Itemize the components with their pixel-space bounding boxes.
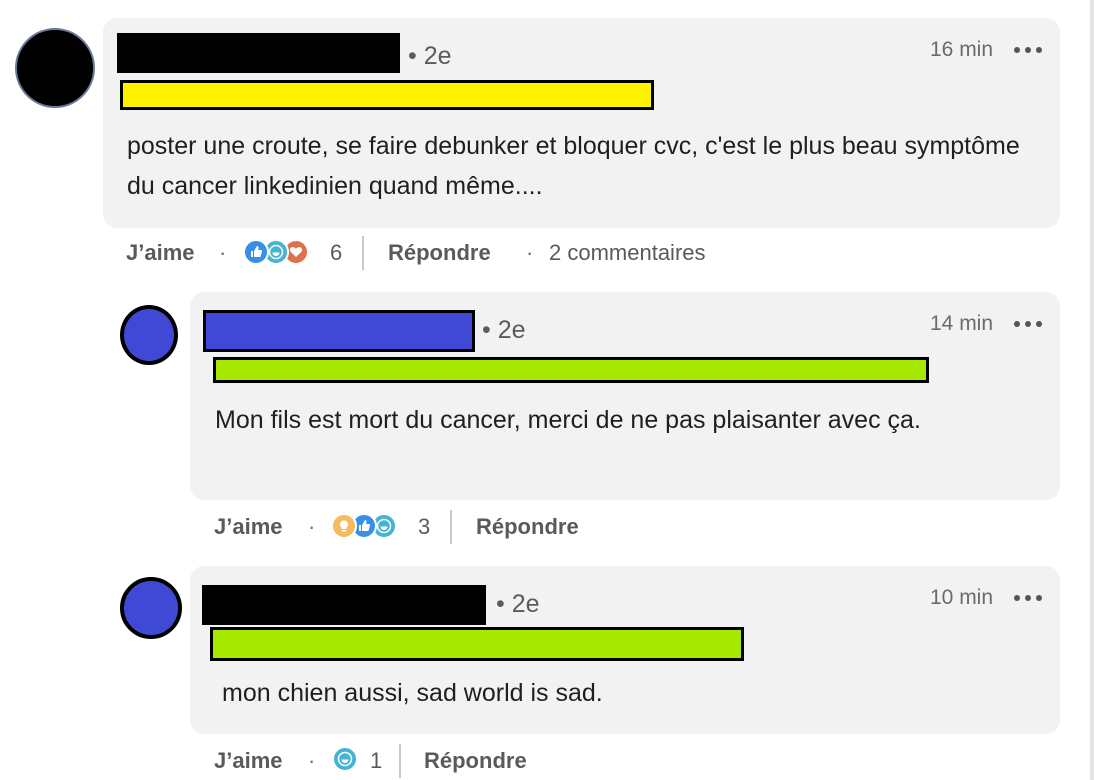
comment-reply-button[interactable]: Répondre bbox=[388, 240, 491, 266]
reply-2-text: mon chien aussi, sad world is sad. bbox=[222, 679, 603, 707]
reply-1-action-divider bbox=[450, 510, 452, 544]
comment-like-button[interactable]: J’aime bbox=[126, 240, 195, 266]
redacted-author-headline bbox=[120, 80, 654, 110]
reply-1-more-button[interactable] bbox=[1014, 319, 1042, 329]
redacted-author-name[interactable] bbox=[117, 33, 400, 73]
reply-1-reaction-count[interactable]: 3 bbox=[418, 514, 430, 540]
insightful-icon bbox=[331, 513, 357, 539]
reply-2-time: 10 min bbox=[930, 586, 994, 609]
comment-time: 16 min bbox=[930, 38, 994, 61]
comment-degree: • 2e bbox=[408, 42, 452, 70]
reply-1-reply-button[interactable]: Répondre bbox=[476, 514, 579, 540]
comment-reactions[interactable] bbox=[243, 239, 323, 267]
reply-1-time: 14 min bbox=[930, 312, 994, 335]
reply-2-reaction-count[interactable]: 1 bbox=[370, 748, 382, 774]
redacted-reply-1-headline bbox=[213, 357, 929, 383]
reply-2-reactions[interactable] bbox=[332, 746, 362, 774]
reply-2-like-button[interactable]: J’aime bbox=[214, 748, 283, 774]
reply-1-reactions[interactable] bbox=[331, 513, 411, 541]
comment-separator: · bbox=[219, 240, 227, 265]
reply-2-more-button[interactable] bbox=[1014, 593, 1042, 603]
comment-reaction-count[interactable]: 6 bbox=[330, 240, 342, 266]
reply-2-avatar[interactable] bbox=[120, 577, 182, 639]
comment-replies-count[interactable]: 2 commentaires bbox=[549, 240, 706, 266]
reply-1-degree: • 2e bbox=[482, 316, 526, 344]
reply-2-separator: · bbox=[308, 748, 316, 773]
comment-avatar[interactable] bbox=[15, 28, 95, 108]
reply-2-reply-button[interactable]: Répondre bbox=[424, 748, 527, 774]
scrollbar-track[interactable] bbox=[1090, 0, 1094, 780]
reply-1-like-button[interactable]: J’aime bbox=[214, 514, 283, 540]
redacted-reply-2-author[interactable] bbox=[202, 585, 486, 625]
comment-action-divider bbox=[362, 236, 364, 270]
reply-2-action-divider bbox=[399, 744, 401, 778]
redacted-reply-2-headline bbox=[210, 627, 744, 661]
redacted-reply-1-author[interactable] bbox=[203, 310, 475, 352]
laugh-icon bbox=[332, 746, 358, 772]
comment-text: poster une croute, se faire debunker et … bbox=[127, 132, 1020, 200]
comment-separator-2: · bbox=[526, 240, 534, 265]
reply-1-avatar[interactable] bbox=[120, 305, 178, 365]
reply-2-degree: • 2e bbox=[496, 590, 540, 618]
reply-1-separator: · bbox=[308, 514, 316, 539]
like-icon bbox=[243, 239, 269, 265]
reply-1-text: Mon fils est mort du cancer, merci de ne… bbox=[215, 406, 921, 434]
comment-more-button[interactable] bbox=[1014, 45, 1042, 55]
